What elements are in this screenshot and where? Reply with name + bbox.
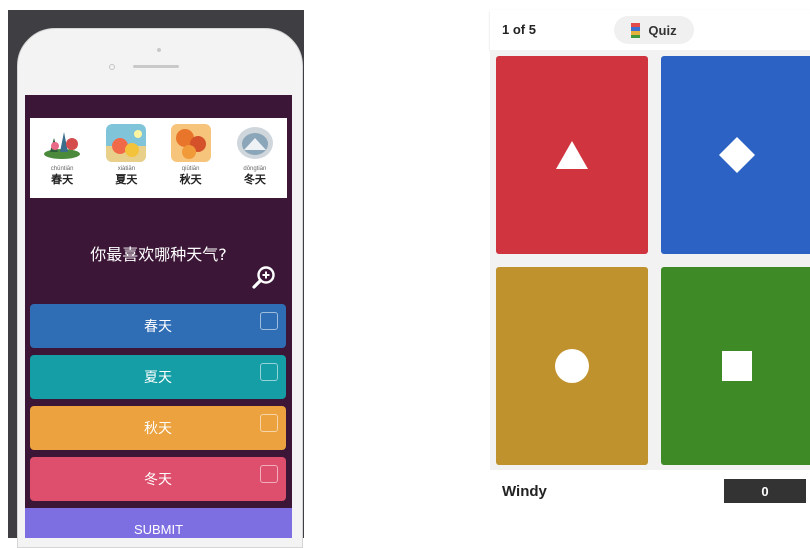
answer-tile-diamond[interactable] [661,56,810,254]
season-pinyin: xiàtiān [117,166,136,172]
season-card-spring: chūntiān 春天 [34,124,90,186]
player-name: Windy [502,483,547,500]
season-card-winter: dōngtiān 冬天 [227,124,283,186]
season-hanzi: 冬天 [243,173,266,186]
answer-label: 冬天 [144,472,172,488]
zoom-in-icon[interactable] [251,265,277,291]
autumn-icon [170,124,211,162]
score-badge: 0 [724,479,806,503]
season-hanzi: 夏天 [115,173,138,186]
season-card-summer: xiàtiān 夏天 [98,124,154,186]
season-pinyin: chūntiān [50,166,74,172]
diamond-icon [719,137,755,173]
answer-grid [490,50,810,470]
bottom-bar: Windy 0 [490,470,810,510]
season-card-autumn: qiūtiān 秋天 [163,124,219,186]
season-pinyin: dōngtiān [243,166,267,172]
season-pinyin: qiūtiān [181,166,200,172]
answer-label: 秋天 [144,421,172,437]
answer-checkbox[interactable] [260,363,278,381]
square-icon [722,351,752,381]
question-text: 你最喜欢哪种天气? [90,245,227,264]
answer-tile-square[interactable] [661,267,810,465]
phone-camera [109,64,115,70]
triangle-icon [556,141,588,169]
quiz-icon [631,22,641,38]
answer-option[interactable]: 春天 [30,304,286,348]
winter-icon [234,124,275,162]
answer-label: 春天 [144,319,172,335]
answer-option[interactable]: 夏天 [30,355,286,399]
season-hanzi: 春天 [51,173,74,186]
answer-checkbox[interactable] [260,414,278,432]
phone-sensor [157,48,161,52]
circle-icon [555,349,589,383]
submit-button[interactable]: SUBMIT [25,508,292,538]
answer-option[interactable]: 冬天 [30,457,286,501]
quiz-mode-badge: Quiz [614,16,694,44]
answer-option[interactable]: 秋天 [30,406,286,450]
quiz-mode-label: Quiz [648,22,677,38]
spring-icon [42,124,83,162]
answer-tile-circle[interactable] [496,267,648,465]
answer-label: 夏天 [144,370,172,386]
answer-checkbox[interactable] [260,465,278,483]
season-image-strip: chūntiān 春天 xiàtiān 夏天 qiūtiān 秋天 dōngti… [30,118,287,198]
answer-tile-triangle[interactable] [496,56,648,254]
season-hanzi: 秋天 [179,173,202,186]
summer-icon [106,124,147,162]
quiz-screen: chūntiān 春天 xiàtiān 夏天 qiūtiān 秋天 dōngti… [25,95,292,538]
question-counter: 1 of 5 [502,22,536,37]
phone-speaker [133,65,179,68]
answer-checkbox[interactable] [260,312,278,330]
top-bar: 1 of 5 Quiz [490,10,810,50]
